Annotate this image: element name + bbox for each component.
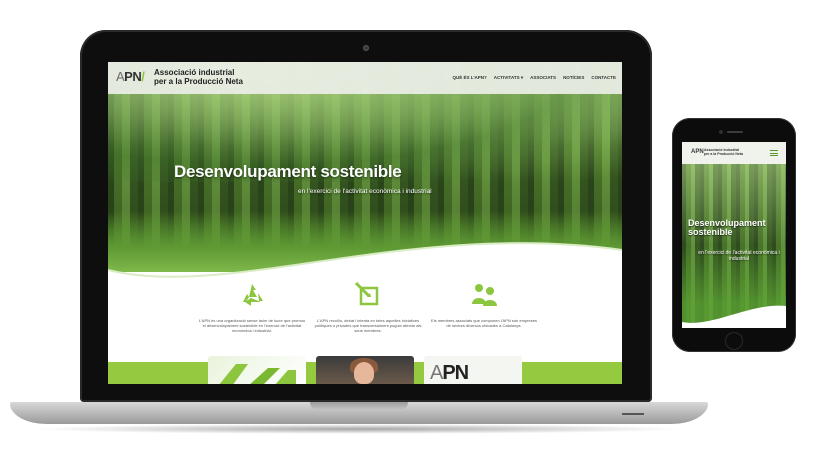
phone-screen: APN Associació industrial per a la Produ… [682,142,786,328]
card-apn-logo: APN [430,362,469,384]
feature-item: L'APN és una organització sense ànim de … [198,280,306,333]
org-name: Associació industrial per a la Producció… [154,68,243,86]
phone-org-name: Associació industrial per a la Producció… [704,148,743,156]
card-logo-prefix: A [430,362,443,384]
people-icon [472,284,497,306]
laptop-shadow [30,424,688,434]
features-row: L'APN és una organització sense ànim de … [198,280,538,333]
phone-home-button[interactable] [725,332,743,350]
feature-text: Els membres associats que componen l'APN… [431,318,537,328]
portrait-face [354,362,374,384]
laptop-led [622,413,644,415]
apn-logo[interactable]: APN/ [116,69,145,84]
cards-row: APN [208,356,522,384]
site-header: APN/ Associació industrial per a la Prod… [108,62,622,94]
card-portrait[interactable] [316,356,414,384]
phone-hero-title: Desenvolupament sostenible [688,218,766,237]
logo-prefix: A [116,69,125,84]
nav-item-que-es[interactable]: QUÈ ÉS L'APN? [452,75,486,81]
laptop-base [10,402,708,424]
feature-item: Els membres associats que componen l'APN… [430,280,538,333]
logo-main: PN [124,69,142,84]
org-name-line2: per a la Producció Neta [154,77,243,86]
phone-logo[interactable]: APN [691,149,704,155]
org-name-line1: Associació industrial [154,68,235,77]
feature-item: L'APN recolliu, debat i intenta en totes… [314,280,422,333]
laptop-screen: APN/ Associació industrial per a la Prod… [108,62,622,384]
nav-item-activitats[interactable]: ACTIVITATS ▾ [494,75,523,81]
phone-hero-curve [682,305,786,328]
logo-swoosh: / [141,69,145,84]
phone-speaker [727,131,743,133]
main-nav: QUÈ ÉS L'APN? ACTIVITATS ▾ ASSOCIATS NOT… [452,75,616,81]
hero-subtitle: en l'exercici de l'activitat econòmica i… [298,188,432,195]
hamburger-menu-icon[interactable] [770,150,778,158]
nav-item-associats[interactable]: ASSOCIATS [530,75,556,81]
recycle-icon [243,284,263,306]
nav-item-contacte[interactable]: CONTACTE [591,75,616,81]
card-logo-main: PN [442,362,469,384]
feature-text: L'APN recolliu, debat i intenta en totes… [314,318,422,333]
feature-text: L'APN és una organització sense ànim de … [198,318,306,333]
laptop-notch [310,402,408,410]
recycle-arrows-image [219,364,296,384]
phone-org-line2: per a la Producció Neta [704,152,743,156]
edit-note-icon [354,281,379,306]
card-recycle[interactable] [208,356,306,384]
nav-item-noticies[interactable]: NOTÍCIES [563,75,584,81]
card-logo[interactable]: APN [424,356,522,384]
phone-hero-subtitle: en l'exercici de l'activitat econòmica i… [698,250,780,262]
hero-title: Desenvolupament sostenible [174,162,402,181]
phone-camera [719,130,723,134]
laptop-camera [363,45,369,51]
phone-header: APN Associació industrial per a la Produ… [682,142,786,164]
